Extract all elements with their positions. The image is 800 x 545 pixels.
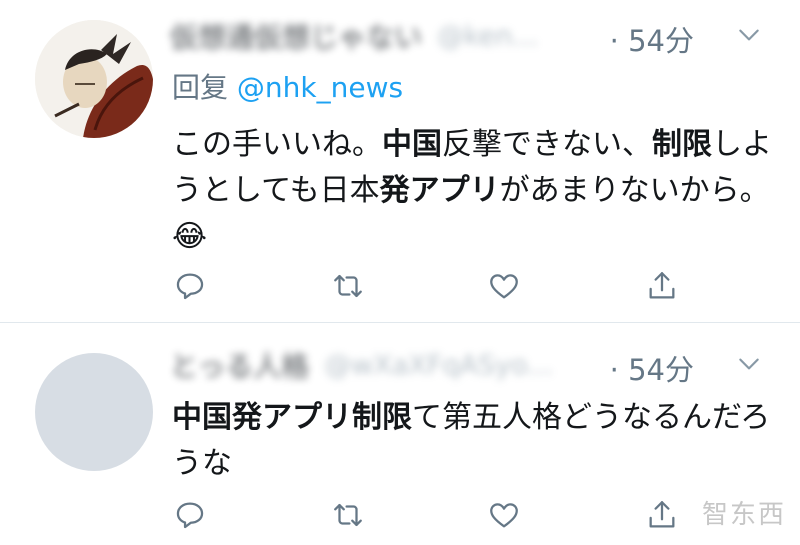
- emoji-tears-of-joy: 😂: [172, 219, 208, 254]
- action-bar: [170, 266, 690, 306]
- share-icon: [649, 272, 675, 299]
- tweet-header: 仮想通仮想じゃない @ken... · 54分: [170, 16, 770, 58]
- retweet-button[interactable]: [328, 266, 368, 306]
- text-segment: があまりないから。: [499, 173, 770, 208]
- timestamp[interactable]: · 54分: [610, 347, 694, 389]
- chevron-down-icon[interactable]: [736, 22, 762, 48]
- retweet-icon: [334, 503, 362, 527]
- avatar[interactable]: [35, 20, 153, 138]
- chevron-down-icon[interactable]: [736, 351, 762, 377]
- share-icon: [649, 501, 675, 528]
- like-button[interactable]: [484, 266, 524, 306]
- heart-icon: [490, 503, 518, 528]
- user-name[interactable]: 仮想通仮想じゃない: [170, 16, 422, 56]
- user-name[interactable]: とっる人格: [170, 345, 309, 385]
- reply-label: 回复: [172, 71, 229, 104]
- text-segment: 反撃できない、: [442, 127, 652, 162]
- retweet-button[interactable]: [328, 495, 368, 535]
- user-handle[interactable]: @wXaXFqASyo...: [324, 350, 553, 381]
- reply-icon: [176, 273, 204, 300]
- share-button[interactable]: [642, 495, 682, 535]
- tweet-text: この手いいね。中国反撃できない、制限しようとしても日本発アプリがあまりないから。…: [172, 122, 772, 260]
- timestamp[interactable]: · 54分: [610, 18, 694, 60]
- action-bar: [170, 495, 690, 535]
- avatar[interactable]: [35, 353, 153, 471]
- retweet-icon: [334, 274, 362, 298]
- reply-icon: [176, 502, 204, 529]
- watermark-logo: 智东西: [701, 500, 786, 530]
- share-button[interactable]: [642, 266, 682, 306]
- tweet-header: とっる人格 @wXaXFqASyo... · 54分: [170, 345, 770, 387]
- reply-button[interactable]: [170, 495, 210, 535]
- text-segment-bold: 中国: [382, 127, 442, 162]
- replying-to: 回复 @nhk_news: [172, 66, 403, 106]
- reply-button[interactable]: [170, 266, 210, 306]
- text-segment-bold: 発アプリ: [379, 173, 500, 208]
- tweet[interactable]: 仮想通仮想じゃない @ken... · 54分 回复 @nhk_news この手…: [0, 0, 800, 322]
- text-segment-bold: 制限: [652, 127, 712, 162]
- user-handle[interactable]: @ken...: [437, 21, 538, 52]
- avatar-illustration: [35, 20, 153, 138]
- text-segment-bold: 中国発アプリ制限: [172, 400, 412, 435]
- heart-icon: [490, 274, 518, 299]
- mention-link[interactable]: @nhk_news: [237, 71, 403, 104]
- tweet-text: 中国発アプリ制限て第五人格どうなるんだろうな: [172, 395, 772, 487]
- text-segment: この手いいね。: [172, 127, 382, 162]
- like-button[interactable]: [484, 495, 524, 535]
- tweet[interactable]: とっる人格 @wXaXFqASyo... · 54分 中国発アプリ制限て第五人格…: [0, 323, 800, 545]
